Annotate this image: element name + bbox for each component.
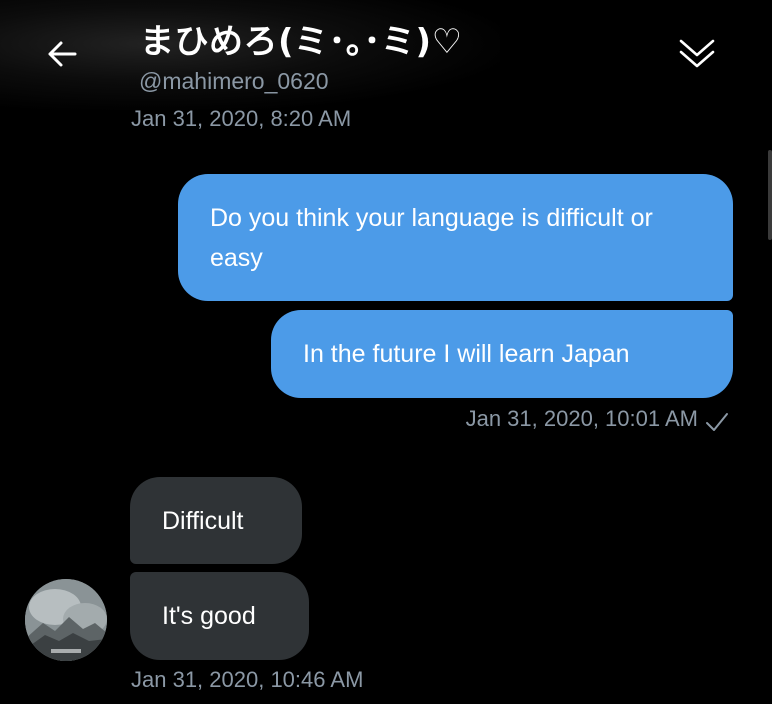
conversation-handle[interactable]: @mahimero_0620 bbox=[139, 68, 329, 95]
sent-message-timestamp: Jan 31, 2020, 10:01 AM bbox=[465, 406, 698, 431]
double-chevron-down-icon bbox=[679, 39, 715, 68]
avatar-image bbox=[25, 579, 107, 661]
scrollbar[interactable] bbox=[768, 150, 772, 240]
sent-message-bubble[interactable]: In the future I will learn Japan bbox=[271, 310, 733, 398]
received-message-bubble[interactable]: It's good bbox=[130, 572, 309, 660]
received-message-timestamp: Jan 31, 2020, 10:46 AM bbox=[131, 667, 364, 692]
message-timestamp: Jan 31, 2020, 8:20 AM bbox=[131, 106, 352, 131]
collapse-button[interactable] bbox=[672, 30, 722, 76]
sent-check-icon bbox=[706, 413, 728, 431]
conversation-header: まひめろ(ミ･｡･ミ)♡ @mahimero_0620 bbox=[0, 0, 772, 110]
arrow-left-icon bbox=[48, 41, 77, 67]
received-message-bubble[interactable]: Difficult bbox=[130, 477, 302, 564]
avatar[interactable] bbox=[25, 579, 107, 661]
sent-message-bubble[interactable]: Do you think your language is difficult … bbox=[178, 174, 733, 301]
back-button[interactable] bbox=[38, 32, 86, 76]
conversation-name[interactable]: まひめろ(ミ･｡･ミ)♡ bbox=[140, 14, 463, 63]
